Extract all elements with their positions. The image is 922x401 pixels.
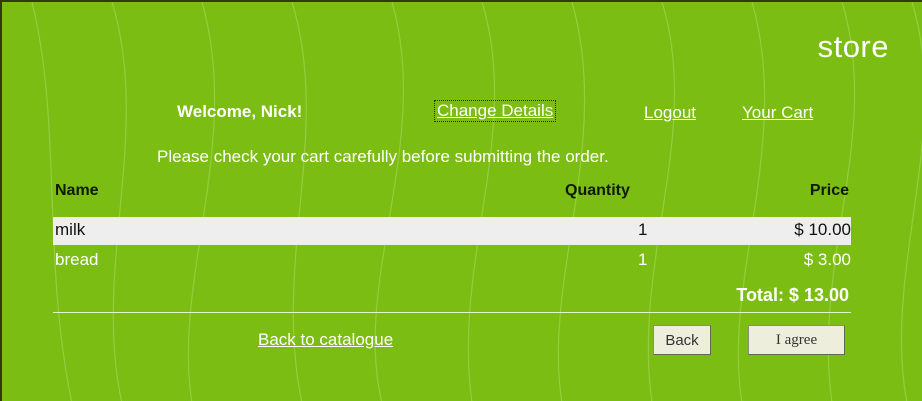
back-to-catalogue-link[interactable]: Back to catalogue <box>258 330 393 350</box>
column-header-price: Price <box>809 182 849 199</box>
change-details-link[interactable]: Change Details <box>433 100 557 122</box>
item-quantity: 1 <box>638 220 648 239</box>
welcome-message: Welcome, Nick! <box>177 102 303 121</box>
cart-notice: Please check your cart carefully before … <box>157 147 609 166</box>
logout-link[interactable]: Logout <box>644 103 696 123</box>
table-row: bread 1 $ 3.00 <box>53 247 851 275</box>
table-row: milk 1 $ 10.00 <box>53 217 851 245</box>
column-header-quantity: Quantity <box>565 182 630 199</box>
item-name: bread <box>55 250 99 269</box>
your-cart-link[interactable]: Your Cart <box>742 103 813 123</box>
agree-button[interactable]: I agree <box>748 325 845 355</box>
back-button[interactable]: Back <box>653 325 711 355</box>
item-name: milk <box>55 220 86 239</box>
item-quantity: 1 <box>638 250 648 269</box>
cart-total: Total: $ 13.00 <box>736 285 849 305</box>
column-header-name: Name <box>55 182 99 199</box>
divider <box>53 312 851 313</box>
store-page: store Welcome, Nick! Change Details Logo… <box>0 0 922 401</box>
item-price: $ 3.00 <box>803 250 851 269</box>
item-price: $ 10.00 <box>794 220 851 239</box>
store-logo-title: store <box>817 29 889 64</box>
